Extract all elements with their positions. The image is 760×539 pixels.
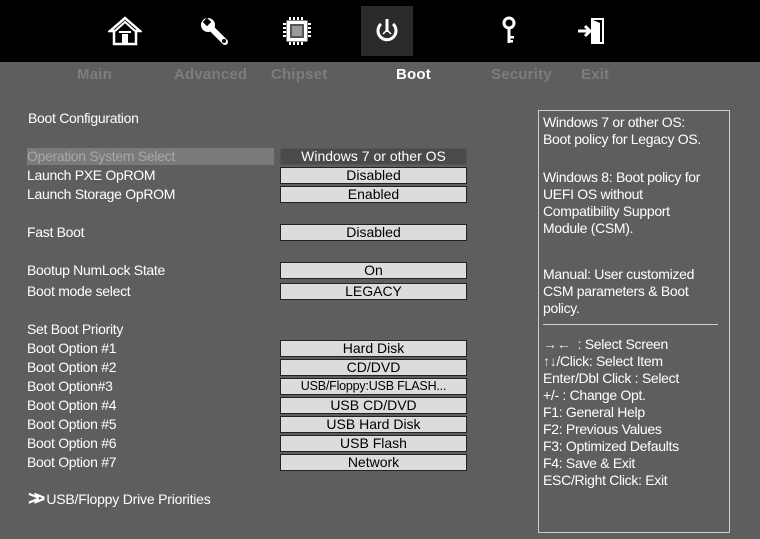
- boot-option-6-value[interactable]: USB Flash: [280, 435, 467, 452]
- help-windows8: Windows 8: Boot policy for UEFI OS witho…: [543, 169, 700, 237]
- submenu-chevron-icon: >>: [28, 488, 46, 510]
- key-text: /Click: Select Item: [556, 353, 663, 369]
- help-divider: [543, 324, 718, 325]
- key-f4: F4: Save & Exit: [543, 455, 635, 471]
- tab-exit[interactable]: Exit: [581, 66, 609, 83]
- storage-value[interactable]: Enabled: [280, 186, 467, 203]
- key-select-screen: →← : Select Screen: [543, 336, 679, 353]
- left-right-arrow-icon: →←: [543, 336, 578, 352]
- key-text: : Select Screen: [577, 336, 669, 352]
- help-line: Boot policy for Legacy OS.: [543, 131, 701, 147]
- help-line: Windows 8: Boot policy for: [543, 169, 701, 185]
- key-change: +/- : Change Opt.: [543, 387, 646, 403]
- boot-option-5-label[interactable]: Boot Option #5: [27, 416, 117, 432]
- tab-boot[interactable]: Boot: [396, 66, 431, 83]
- key-select-item: ↑↓/Click: Select Item: [543, 353, 679, 370]
- help-os-legacy: Windows 7 or other OS: Boot policy for L…: [543, 114, 701, 148]
- icon-bar: [0, 0, 760, 62]
- key-legend: →← : Select Screen ↑↓/Click: Select Item…: [543, 336, 679, 489]
- tab-chipset[interactable]: Chipset: [271, 66, 327, 83]
- tab-advanced[interactable]: Advanced: [174, 66, 247, 83]
- help-manual: Manual: User customized CSM parameters &…: [543, 266, 694, 317]
- tab-main[interactable]: Main: [77, 66, 112, 83]
- help-panel: Windows 7 or other OS: Boot policy for L…: [538, 110, 730, 533]
- key-enter: Enter/Dbl Click : Select: [543, 370, 679, 386]
- main-home-icon[interactable]: [103, 6, 147, 56]
- boot-option-1-label[interactable]: Boot Option #1: [27, 340, 117, 356]
- boot-option-2-value[interactable]: CD/DVD: [280, 359, 467, 376]
- tab-security[interactable]: Security: [491, 66, 552, 83]
- help-line: policy.: [543, 300, 580, 316]
- boot-option-7-label[interactable]: Boot Option #7: [27, 454, 117, 470]
- os-select-label[interactable]: Operation System Select: [27, 148, 274, 165]
- usb-floppy-priorities-link[interactable]: >> USB/Floppy Drive Priorities: [28, 488, 211, 510]
- bios-screen: Main Advanced Chipset Boot Security Exit…: [0, 0, 760, 539]
- storage-label[interactable]: Launch Storage OpROM: [27, 186, 175, 202]
- key-f3: F3: Optimized Defaults: [543, 438, 679, 454]
- help-line: Compatibility Support: [543, 203, 670, 219]
- fast-boot-label[interactable]: Fast Boot: [27, 224, 85, 240]
- key-f2: F2: Previous Values: [543, 421, 662, 437]
- exit-door-icon[interactable]: [569, 6, 613, 56]
- help-line: Module (CSM).: [543, 220, 634, 236]
- priority-title: Set Boot Priority: [27, 321, 124, 337]
- boot-page: Boot Configuration Operation System Sele…: [12, 88, 752, 539]
- help-line: Manual: User customized: [543, 266, 695, 282]
- boot-option-1-value[interactable]: Hard Disk: [280, 340, 467, 357]
- boot-mode-value[interactable]: LEGACY: [280, 283, 467, 300]
- submenu-label: USB/Floppy Drive Priorities: [46, 491, 211, 507]
- fast-boot-value[interactable]: Disabled: [280, 224, 467, 241]
- boot-power-icon[interactable]: [361, 6, 413, 56]
- boot-mode-label[interactable]: Boot mode select: [27, 283, 131, 299]
- boot-option-4-label[interactable]: Boot Option #4: [27, 397, 117, 413]
- numlock-label[interactable]: Bootup NumLock State: [27, 262, 165, 278]
- key-esc: ESC/Right Click: Exit: [543, 472, 668, 488]
- boot-option-3-label[interactable]: Boot Option#3: [27, 378, 113, 394]
- security-key-icon[interactable]: [487, 6, 531, 56]
- up-down-arrow-icon: ↑↓: [543, 353, 557, 369]
- menu-tabs: Main Advanced Chipset Boot Security Exit: [0, 62, 760, 88]
- os-select-value[interactable]: Windows 7 or other OS: [280, 148, 467, 165]
- help-line: UEFI OS without: [543, 186, 643, 202]
- chipset-chip-icon[interactable]: [275, 6, 319, 56]
- pxe-label[interactable]: Launch PXE OpROM: [27, 167, 156, 183]
- pxe-value[interactable]: Disabled: [280, 167, 467, 184]
- help-line: Windows 7 or other OS:: [543, 114, 686, 130]
- boot-option-5-value[interactable]: USB Hard Disk: [280, 416, 467, 433]
- boot-option-6-label[interactable]: Boot Option #6: [27, 435, 117, 451]
- help-line: CSM parameters & Boot: [543, 283, 689, 299]
- key-f1: F1: General Help: [543, 404, 645, 420]
- numlock-value[interactable]: On: [280, 262, 467, 279]
- boot-option-7-value[interactable]: Network: [280, 454, 467, 471]
- section-title: Boot Configuration: [28, 110, 139, 126]
- boot-option-3-value[interactable]: USB/Floppy:USB FLASH...: [280, 378, 467, 395]
- boot-option-4-value[interactable]: USB CD/DVD: [280, 397, 467, 414]
- boot-option-2-label[interactable]: Boot Option #2: [27, 359, 117, 375]
- advanced-wrench-icon[interactable]: [192, 6, 236, 56]
